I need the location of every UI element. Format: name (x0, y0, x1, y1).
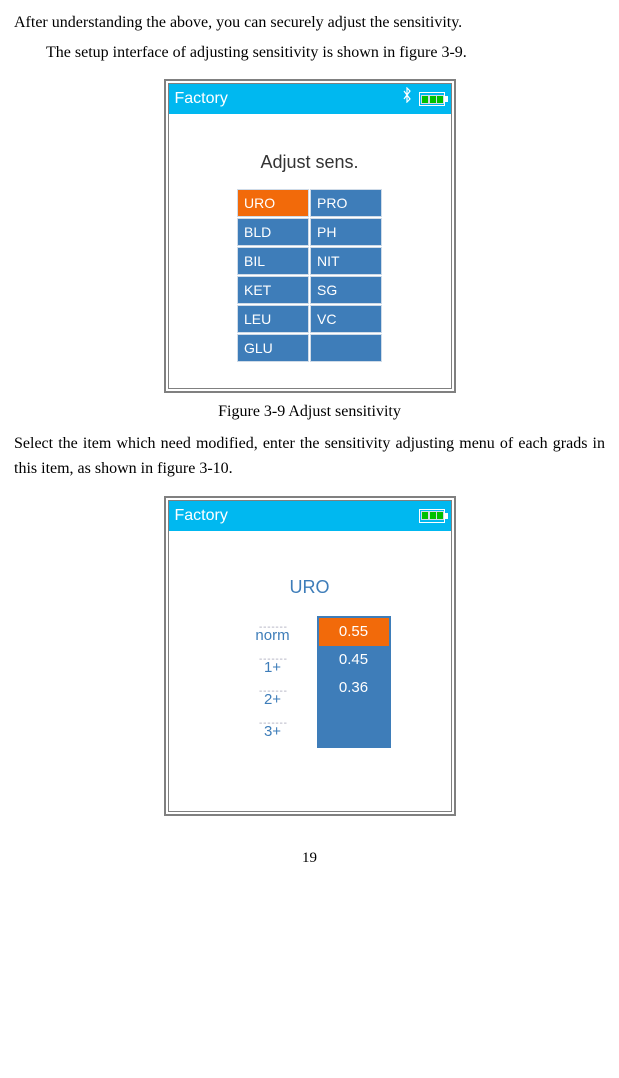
paragraph-3: Select the item which need modified, ent… (14, 431, 605, 482)
grid-item-ket[interactable]: KET (237, 276, 309, 304)
figure-caption-1: Figure 3-9 Adjust sensitivity (14, 399, 605, 425)
grid-item-bld[interactable]: BLD (237, 218, 309, 246)
grade-norm[interactable]: norm (229, 626, 317, 652)
grid-item-uro[interactable]: URO (237, 189, 309, 217)
sensitivity-block: - - - - - - -norm- - - - - - -1+- - - - … (179, 616, 441, 748)
grade-3plus[interactable]: 3+ (229, 722, 317, 748)
battery-icon (419, 92, 445, 106)
paragraph-1: After understanding the above, you can s… (14, 10, 605, 36)
value-0-36[interactable]: 0.36 (319, 674, 389, 702)
bluetooth-icon (401, 86, 413, 112)
section-title: Adjust sens. (179, 148, 441, 177)
page-number: 19 (14, 846, 605, 870)
grid-item-pro[interactable]: PRO (310, 189, 382, 217)
grid-item-empty (310, 334, 382, 362)
figure-3-9: Factory Adjust sens. UROPROBLDPHBILNITKE… (14, 79, 605, 393)
item-title: URO (179, 573, 441, 602)
grade-1plus[interactable]: 1+ (229, 658, 317, 684)
screen-body: Adjust sens. UROPROBLDPHBILNITKETSGLEUVC… (169, 114, 451, 388)
value-0-45[interactable]: 0.45 (319, 646, 389, 674)
grid-item-nit[interactable]: NIT (310, 247, 382, 275)
titlebar-text: Factory (175, 86, 401, 112)
battery-icon (419, 509, 445, 523)
grid-item-leu[interactable]: LEU (237, 305, 309, 333)
value-0-55[interactable]: 0.55 (319, 618, 389, 646)
device-frame: Factory Adjust sens. UROPROBLDPHBILNITKE… (164, 79, 456, 393)
grid-item-sg[interactable]: SG (310, 276, 382, 304)
figure-3-10: Factory URO - - - - - - -norm- - - - - -… (14, 496, 605, 816)
grid-item-vc[interactable]: VC (310, 305, 382, 333)
paragraph-2: The setup interface of adjusting sensiti… (14, 40, 605, 66)
sensitivity-grid: UROPROBLDPHBILNITKETSGLEUVCGLU (179, 189, 441, 362)
value-list: 0.550.450.36 (317, 616, 391, 748)
grid-item-glu[interactable]: GLU (237, 334, 309, 362)
grid-item-ph[interactable]: PH (310, 218, 382, 246)
grade-list: - - - - - - -norm- - - - - - -1+- - - - … (229, 616, 317, 748)
titlebar: Factory (169, 501, 451, 531)
titlebar-text: Factory (175, 503, 419, 529)
grid-item-bil[interactable]: BIL (237, 247, 309, 275)
screen-body: URO - - - - - - -norm- - - - - - -1+- - … (169, 531, 451, 811)
grade-2plus[interactable]: 2+ (229, 690, 317, 716)
titlebar: Factory (169, 84, 451, 114)
device-frame: Factory URO - - - - - - -norm- - - - - -… (164, 496, 456, 816)
